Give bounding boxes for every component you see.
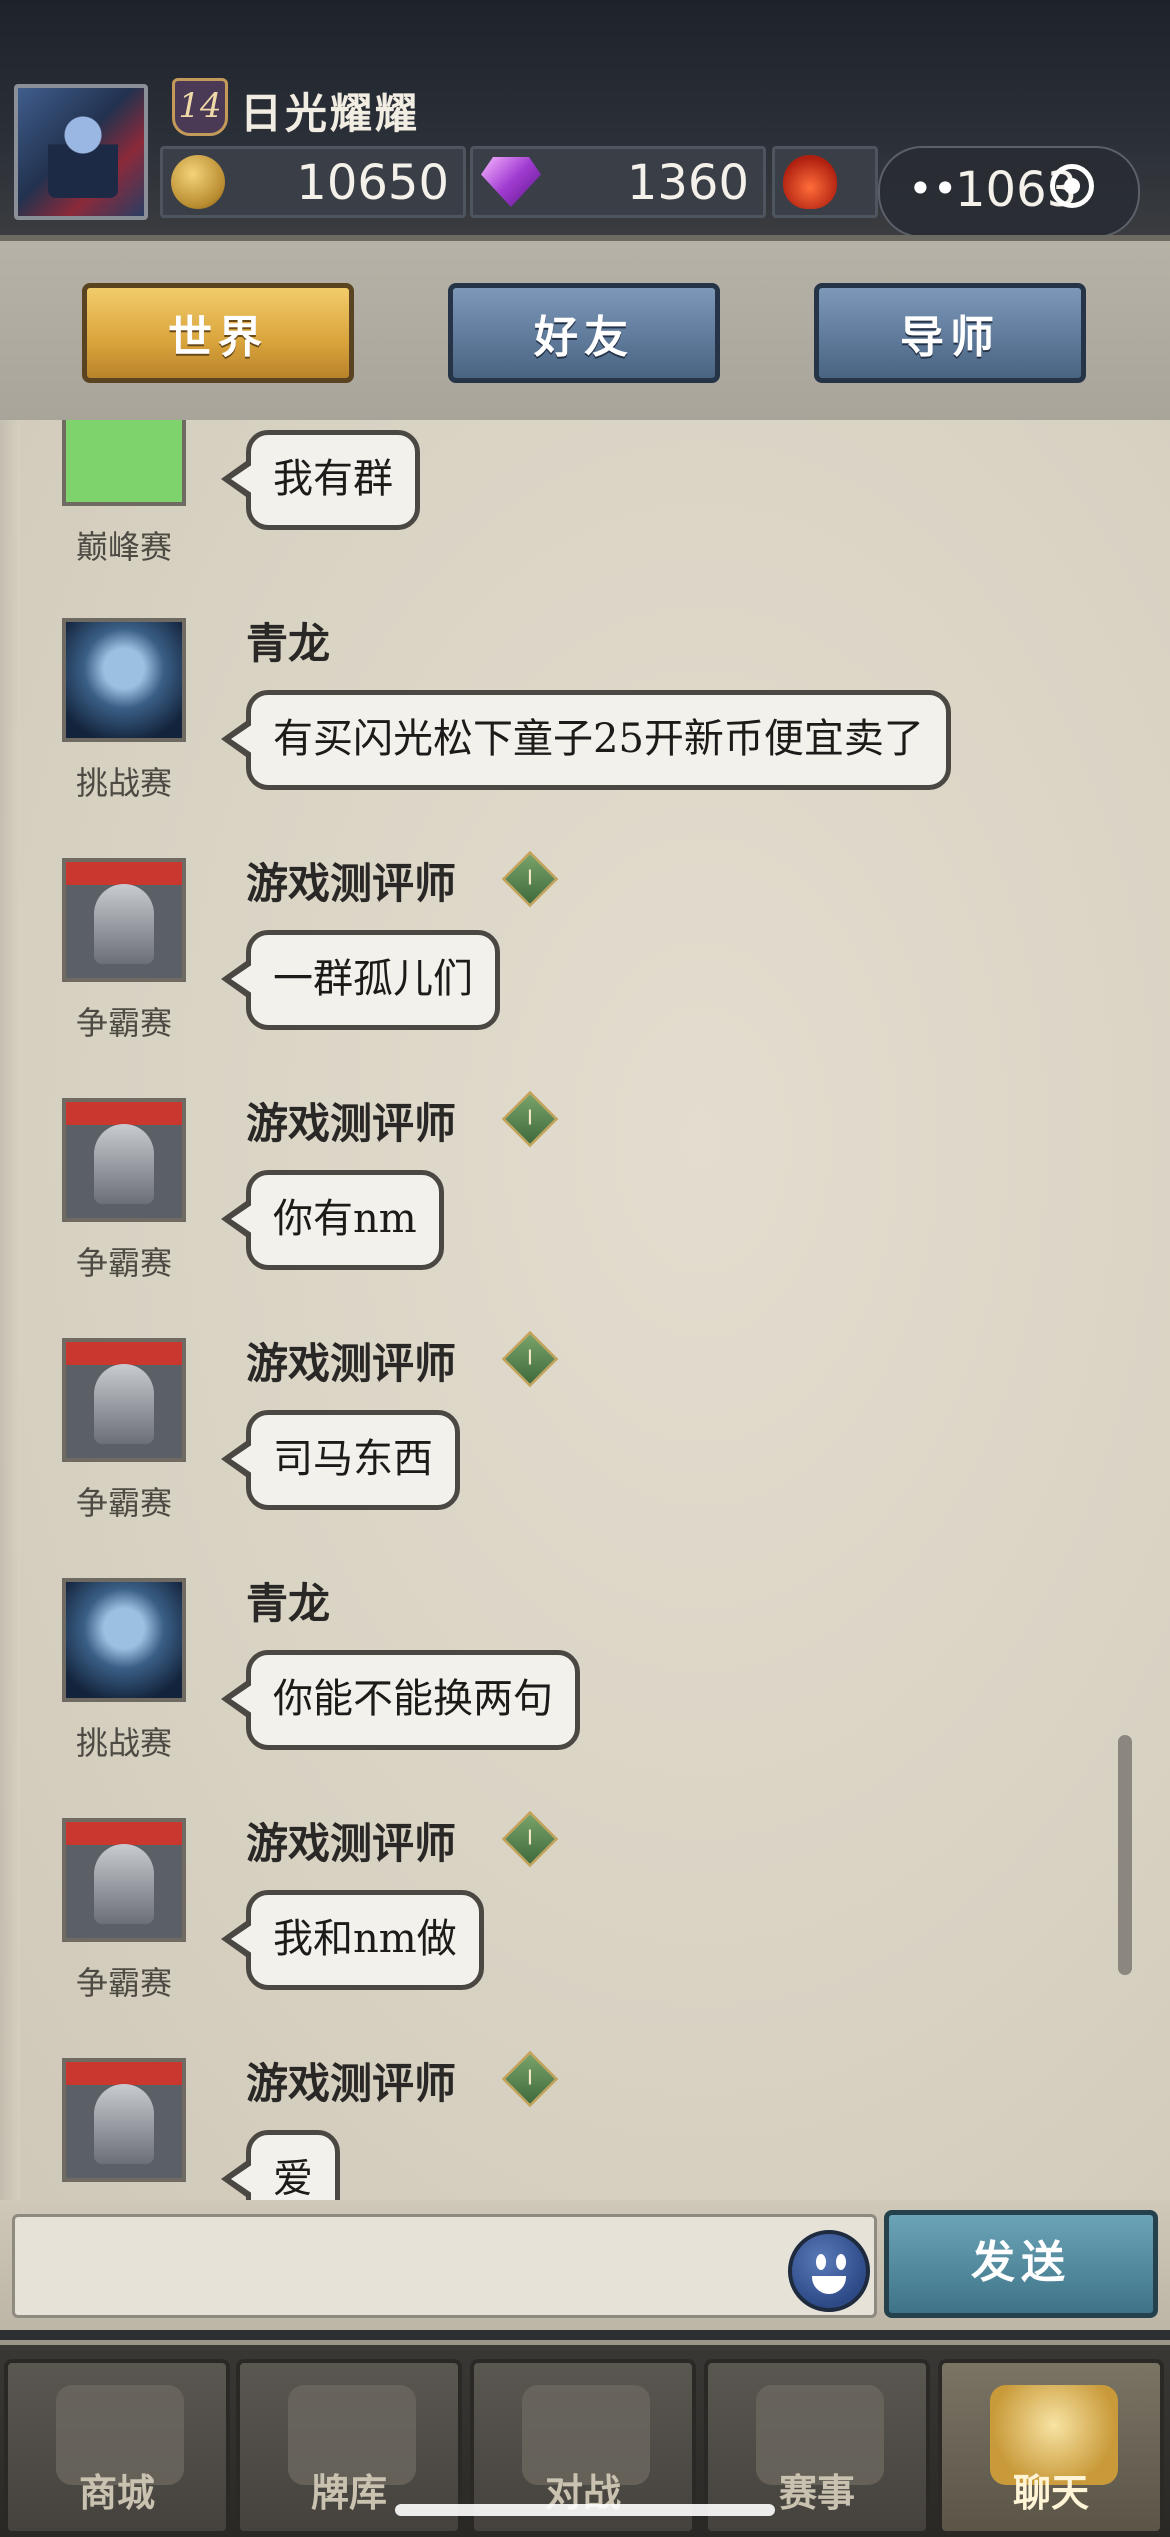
close-target-icon[interactable] (1050, 164, 1094, 208)
message-bubble: 我和nm做 (221, 1890, 484, 1990)
potion-counter[interactable] (772, 146, 878, 218)
chat-message: 争霸赛 游戏测评师 I 一群孤儿们 (0, 850, 1120, 1098)
send-button[interactable]: 发送 (884, 2210, 1158, 2318)
level-badge: 14 (172, 78, 228, 136)
gold-coin-icon (171, 155, 225, 209)
sender-mode-tag: 挑战赛 (75, 1724, 172, 1762)
rank-badge-icon: I (501, 850, 559, 908)
chat-scrollbar[interactable] (1118, 1735, 1132, 1975)
sender-name: 游戏测评师 (246, 1339, 457, 1388)
chat-message: 游戏测评师 I 爱 (0, 2050, 1120, 2220)
gold-value: 10650 (296, 155, 449, 211)
sender-name: 游戏测评师 (246, 1099, 457, 1148)
emoji-icon[interactable] (788, 2230, 870, 2312)
chat-message: 挑战赛 青龙 你能不能换两句 (0, 1578, 1120, 1818)
sender-name: 青龙 (246, 619, 331, 668)
sender-name: 游戏测评师 (246, 2059, 457, 2108)
tab-friends[interactable]: 好友 (448, 283, 720, 383)
sender-mode-tag: 挑战赛 (75, 764, 172, 802)
nav-label: 聊天 (1012, 2470, 1089, 2515)
message-bubble: 司马东西 (221, 1410, 460, 1510)
sender-avatar[interactable] (62, 1098, 186, 1222)
gem-counter[interactable]: 1360 (470, 146, 766, 218)
sender-avatar[interactable] (62, 1818, 186, 1942)
rank-badge-icon: I (501, 2050, 559, 2108)
sender-avatar[interactable] (62, 420, 186, 506)
chat-message: 争霸赛 游戏测评师 I 司马东西 (0, 1330, 1120, 1578)
sender-avatar[interactable] (62, 1338, 186, 1462)
chat-channel-tabs: 世界 好友 导师 (0, 235, 1170, 426)
chat-message-list[interactable]: 巅峰赛 我有群 挑战赛 青龙 有买闪光松下童子25开新币便宜卖了 争霸赛 游戏测… (0, 420, 1170, 2220)
chat-input[interactable] (12, 2214, 877, 2318)
sender-mode-tag: 争霸赛 (75, 1964, 172, 2002)
message-bubble: 一群孤儿们 (221, 930, 500, 1030)
rank-badge-icon: I (501, 1810, 559, 1868)
tab-world[interactable]: 世界 (82, 283, 354, 383)
player-name: 日光耀耀 (240, 89, 421, 138)
sender-name: 青龙 (246, 1579, 331, 1628)
sender-mode-tag: 争霸赛 (75, 1244, 172, 1282)
sender-avatar[interactable] (62, 1578, 186, 1702)
sender-avatar[interactable] (62, 618, 186, 742)
miniprogram-capsule[interactable]: •• 1063 (878, 146, 1140, 238)
sender-mode-tag: 争霸赛 (75, 1004, 172, 1042)
tab-mentor[interactable]: 导师 (814, 283, 1086, 383)
sender-name: 游戏测评师 (246, 859, 457, 908)
chat-message: 争霸赛 游戏测评师 I 你有nm (0, 1090, 1120, 1338)
more-dots-icon[interactable]: •• (908, 164, 958, 213)
nav-chat[interactable]: 聊天 (938, 2359, 1164, 2535)
sender-mode-tag: 巅峰赛 (75, 528, 172, 566)
sender-avatar[interactable] (62, 858, 186, 982)
chat-message: 争霸赛 游戏测评师 I 我和nm做 (0, 1810, 1120, 2058)
rank-badge-icon: I (501, 1330, 559, 1388)
home-indicator[interactable] (395, 2504, 775, 2516)
chat-input-row: 发送 (0, 2200, 1170, 2330)
gem-value: 1360 (626, 155, 749, 211)
player-avatar[interactable] (14, 84, 148, 220)
chat-message: 巅峰赛 我有群 (0, 420, 1120, 622)
message-bubble: 你能不能换两句 (221, 1650, 580, 1750)
gold-counter[interactable]: 10650 (160, 146, 466, 218)
rank-badge-icon: I (501, 1090, 559, 1148)
nav-shop[interactable]: 商城 (4, 2359, 230, 2535)
sender-avatar[interactable] (62, 2058, 186, 2182)
message-bubble: 我有群 (221, 430, 420, 530)
potion-icon (783, 155, 837, 209)
gem-icon (481, 157, 541, 207)
top-header: 14 日光耀耀 10650 1360 •• 1063 (0, 0, 1170, 238)
message-bubble: 有买闪光松下童子25开新币便宜卖了 (221, 690, 951, 790)
sender-name: 游戏测评师 (246, 1819, 457, 1868)
chat-message: 挑战赛 青龙 有买闪光松下童子25开新币便宜卖了 (0, 618, 1120, 858)
sender-mode-tag: 争霸赛 (75, 1484, 172, 1522)
message-bubble: 你有nm (221, 1170, 444, 1270)
nav-label: 商城 (78, 2470, 155, 2515)
